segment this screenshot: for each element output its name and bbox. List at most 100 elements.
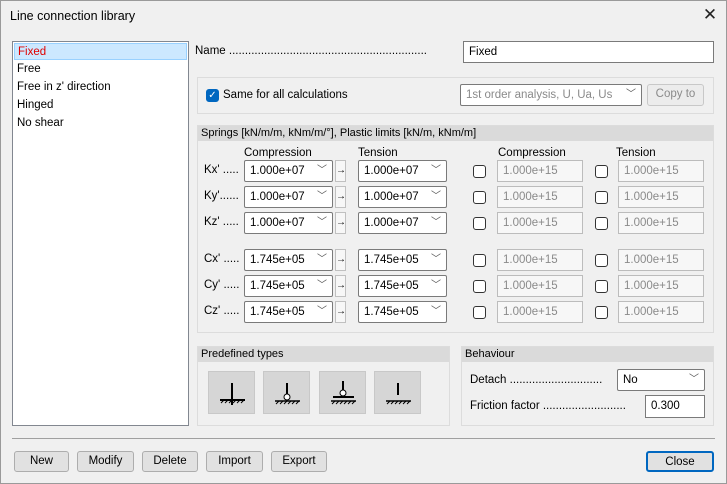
chevron-down-icon: ﹀: [317, 280, 327, 291]
spring-row-label: Ky'......: [204, 190, 239, 202]
modify-button[interactable]: Modify: [77, 451, 134, 472]
compression-dropdown[interactable]: 1.000e+07 ﹀: [244, 160, 333, 182]
limit-tension-checkbox[interactable]: [595, 254, 608, 267]
chevron-down-icon: ﹀: [317, 191, 327, 202]
limit-tension-input[interactable]: 1.000e+15: [618, 186, 704, 208]
import-button[interactable]: Import: [206, 451, 263, 472]
detach-label: Detach .............................: [470, 374, 603, 386]
copy-to-button[interactable]: Copy to: [647, 84, 704, 106]
springs-group: Springs [kN/m/m, kNm/m/°], Plastic limit…: [197, 125, 714, 333]
list-item[interactable]: Free in z' direction: [14, 79, 187, 96]
tension-value: 1.000e+07: [364, 217, 419, 229]
tension-dropdown[interactable]: 1.000e+07 ﹀: [358, 160, 447, 182]
compression-dropdown[interactable]: 1.745e+05 ﹀: [244, 275, 333, 297]
compression-value: 1.000e+07: [250, 191, 305, 203]
limit-tension-input[interactable]: 1.000e+15: [618, 249, 704, 271]
same-for-all-checkbox[interactable]: ✓: [206, 89, 219, 102]
compression-dropdown[interactable]: 1.745e+05 ﹀: [244, 249, 333, 271]
chevron-down-icon: ﹀: [431, 217, 441, 228]
limit-compression-input[interactable]: 1.000e+15: [497, 160, 583, 182]
name-label: Name ...................................…: [195, 45, 427, 57]
limit-compression-checkbox[interactable]: [473, 254, 486, 267]
detach-dropdown[interactable]: No ﹀: [617, 369, 705, 391]
limit-compression-input[interactable]: 1.000e+15: [497, 249, 583, 271]
spring-row-label: Kz' .....: [204, 216, 239, 228]
limit-tension-checkbox[interactable]: [595, 191, 608, 204]
copy-arrow-button[interactable]: →: [335, 301, 346, 323]
copy-arrow-button[interactable]: →: [335, 249, 346, 271]
compression-dropdown[interactable]: 1.000e+07 ﹀: [244, 186, 333, 208]
friction-input[interactable]: 0.300: [645, 395, 705, 418]
behaviour-header: Behaviour: [462, 347, 713, 362]
tension-value: 1.000e+07: [364, 165, 419, 177]
close-icon[interactable]: ✕: [698, 4, 722, 26]
limit-tension-header: Tension: [616, 147, 656, 159]
limit-compression-input[interactable]: 1.000e+15: [497, 212, 583, 234]
limit-compression-input[interactable]: 1.000e+15: [497, 301, 583, 323]
tension-dropdown[interactable]: 1.000e+07 ﹀: [358, 212, 447, 234]
list-item[interactable]: No shear: [14, 115, 187, 132]
tension-dropdown[interactable]: 1.745e+05 ﹀: [358, 301, 447, 323]
chevron-down-icon: ﹀: [317, 306, 327, 317]
limit-tension-input[interactable]: 1.000e+15: [618, 212, 704, 234]
list-item[interactable]: Fixed: [14, 43, 187, 60]
dialog-title: Line connection library: [10, 9, 136, 23]
limit-tension-input[interactable]: 1.000e+15: [618, 301, 704, 323]
new-button[interactable]: New: [14, 451, 69, 472]
analysis-value: 1st order analysis, U, Ua, Us: [466, 89, 613, 101]
chevron-down-icon: ﹀: [431, 254, 441, 265]
compression-header: Compression: [244, 147, 312, 159]
name-input[interactable]: Fixed: [463, 41, 714, 63]
same-for-all-label: Same for all calculations: [223, 89, 348, 101]
limit-tension-checkbox[interactable]: [595, 306, 608, 319]
analysis-dropdown[interactable]: 1st order analysis, U, Ua, Us ﹀: [460, 84, 642, 106]
limit-compression-checkbox[interactable]: [473, 165, 486, 178]
roller-support-icon[interactable]: [319, 371, 366, 414]
fixed-support-icon[interactable]: [208, 371, 255, 414]
compression-value: 1.745e+05: [250, 254, 305, 266]
friction-label: Friction factor ........................…: [470, 400, 626, 412]
hinged-support-icon[interactable]: [263, 371, 310, 414]
connection-list[interactable]: Fixed Free Free in z' direction Hinged N…: [12, 41, 189, 426]
export-button[interactable]: Export: [271, 451, 327, 472]
close-button[interactable]: Close: [646, 451, 714, 472]
copy-arrow-button[interactable]: →: [335, 275, 346, 297]
chevron-down-icon: ﹀: [317, 217, 327, 228]
tension-value: 1.745e+05: [364, 306, 419, 318]
limit-tension-checkbox[interactable]: [595, 165, 608, 178]
tension-dropdown[interactable]: 1.745e+05 ﹀: [358, 249, 447, 271]
copy-arrow-button[interactable]: →: [335, 212, 346, 234]
compression-value: 1.000e+07: [250, 165, 305, 177]
copy-arrow-button[interactable]: →: [335, 160, 346, 182]
compression-dropdown[interactable]: 1.000e+07 ﹀: [244, 212, 333, 234]
free-support-icon[interactable]: [374, 371, 421, 414]
limit-compression-input[interactable]: 1.000e+15: [497, 275, 583, 297]
chevron-down-icon: ﹀: [626, 89, 636, 100]
limit-tension-checkbox[interactable]: [595, 280, 608, 293]
behaviour-group: Behaviour Detach .......................…: [461, 346, 714, 426]
tension-value: 1.000e+07: [364, 191, 419, 203]
limit-tension-checkbox[interactable]: [595, 217, 608, 230]
compression-value: 1.745e+05: [250, 280, 305, 292]
compression-dropdown[interactable]: 1.745e+05 ﹀: [244, 301, 333, 323]
spring-row-label: Cx' .....: [204, 253, 240, 265]
limit-compression-checkbox[interactable]: [473, 280, 486, 293]
list-item[interactable]: Free: [14, 61, 187, 78]
tension-dropdown[interactable]: 1.745e+05 ﹀: [358, 275, 447, 297]
limit-tension-input[interactable]: 1.000e+15: [618, 275, 704, 297]
limit-tension-input[interactable]: 1.000e+15: [618, 160, 704, 182]
limit-compression-input[interactable]: 1.000e+15: [497, 186, 583, 208]
copy-arrow-button[interactable]: →: [335, 186, 346, 208]
spring-row-label: Kx' .....: [204, 164, 239, 176]
detach-value: No: [623, 374, 638, 386]
list-item[interactable]: Hinged: [14, 97, 187, 114]
tension-dropdown[interactable]: 1.000e+07 ﹀: [358, 186, 447, 208]
compression-value: 1.000e+07: [250, 217, 305, 229]
spring-row-label: Cz' .....: [204, 305, 240, 317]
tension-value: 1.745e+05: [364, 254, 419, 266]
limit-compression-checkbox[interactable]: [473, 191, 486, 204]
delete-button[interactable]: Delete: [142, 451, 198, 472]
chevron-down-icon: ﹀: [431, 165, 441, 176]
limit-compression-checkbox[interactable]: [473, 217, 486, 230]
limit-compression-checkbox[interactable]: [473, 306, 486, 319]
